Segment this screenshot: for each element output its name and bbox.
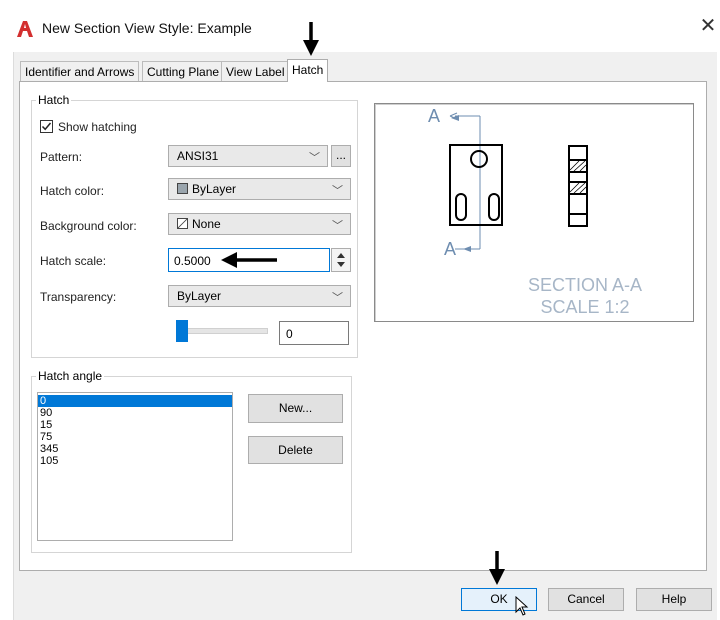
transparency-level-input[interactable]: 0 xyxy=(279,321,349,345)
section-caption-line2: SCALE 1:2 xyxy=(540,297,630,317)
hatch-group-title: Hatch xyxy=(36,93,72,107)
background-color-value: None xyxy=(192,217,221,231)
chevron-down-icon: ﹀ xyxy=(332,185,343,197)
spinner-arrows-icon xyxy=(337,253,345,267)
hatch-scale-spinner[interactable] xyxy=(331,248,351,272)
callout-arrow-down-icon xyxy=(303,22,319,56)
transparency-dropdown[interactable]: ByLayer ﹀ xyxy=(168,285,351,307)
checkmark-icon xyxy=(41,122,52,131)
section-view-preview: A A SECTION A-A SCALE 1:2 xyxy=(374,103,694,322)
hatch-scale-value: 0.5000 xyxy=(174,254,211,268)
transparency-label: Transparency: xyxy=(40,290,117,304)
callout-arrow-left-icon xyxy=(221,252,277,268)
list-item[interactable]: 345 xyxy=(38,443,232,455)
list-item[interactable]: 90 xyxy=(38,407,232,419)
section-caption: SECTION A-A SCALE 1:2 xyxy=(495,274,675,318)
leader-lines xyxy=(449,112,481,250)
callout-arrow-down-icon xyxy=(489,551,505,585)
window-title: New Section View Style: Example xyxy=(42,20,252,36)
arrowhead-bottom-icon xyxy=(463,246,471,252)
pattern-browse-button[interactable]: ... xyxy=(331,145,351,167)
chevron-down-icon: ﹀ xyxy=(332,220,343,232)
show-hatching-label: Show hatching xyxy=(58,120,137,134)
chevron-down-icon: ﹀ xyxy=(309,152,320,164)
pattern-value: ANSI31 xyxy=(177,149,219,163)
hatch-color-label: Hatch color: xyxy=(40,184,105,198)
background-color-dropdown[interactable]: None ﹀ xyxy=(168,213,351,235)
delete-angle-button[interactable]: Delete xyxy=(248,436,343,464)
hatch-color-dropdown[interactable]: ByLayer ﹀ xyxy=(168,178,351,200)
hatch-angle-list[interactable]: 0 90 15 75 345 105 xyxy=(37,392,233,541)
hatch-pattern xyxy=(569,160,587,194)
tab-hatch[interactable]: Hatch xyxy=(287,59,329,82)
no-color-swatch-icon xyxy=(177,218,188,229)
list-item[interactable]: 15 xyxy=(38,419,232,431)
chevron-down-icon: ﹀ xyxy=(332,292,343,304)
tab-cutting-plane[interactable]: Cutting Plane xyxy=(142,61,225,81)
transparency-level-value: 0 xyxy=(286,327,293,341)
hatch-scale-label: Hatch scale: xyxy=(40,254,107,268)
cancel-button[interactable]: Cancel xyxy=(548,588,624,611)
new-angle-button[interactable]: New... xyxy=(248,394,343,423)
list-item[interactable]: 105 xyxy=(38,455,232,467)
front-view xyxy=(449,144,503,226)
hatch-angle-group-title: Hatch angle xyxy=(36,369,105,383)
title-bar: New Section View Style: Example ✕ xyxy=(0,0,720,52)
transparency-slider-thumb[interactable] xyxy=(176,320,188,342)
list-item[interactable]: 0 xyxy=(38,395,232,407)
show-hatching-checkbox[interactable] xyxy=(40,120,53,133)
help-button[interactable]: Help xyxy=(636,588,712,611)
autocad-app-icon xyxy=(17,21,33,37)
section-label-top: A xyxy=(428,106,441,126)
pattern-dropdown[interactable]: ANSI31 ﹀ xyxy=(168,145,328,167)
side-section-view xyxy=(568,145,588,227)
background-color-label: Background color: xyxy=(40,219,137,233)
color-swatch-icon xyxy=(177,183,188,194)
pattern-label: Pattern: xyxy=(40,150,83,164)
tab-view-label[interactable]: View Label xyxy=(221,61,290,81)
section-caption-line1: SECTION A-A xyxy=(527,275,643,295)
transparency-slider-track[interactable] xyxy=(176,328,268,334)
section-label-bottom: A xyxy=(444,239,457,259)
tab-identifier-and-arrows[interactable]: Identifier and Arrows xyxy=(20,61,140,81)
close-icon[interactable]: ✕ xyxy=(697,15,719,37)
mouse-cursor-icon xyxy=(515,596,529,616)
list-item[interactable]: 75 xyxy=(38,431,232,443)
transparency-value: ByLayer xyxy=(177,289,222,303)
hatch-color-value: ByLayer xyxy=(192,182,237,196)
